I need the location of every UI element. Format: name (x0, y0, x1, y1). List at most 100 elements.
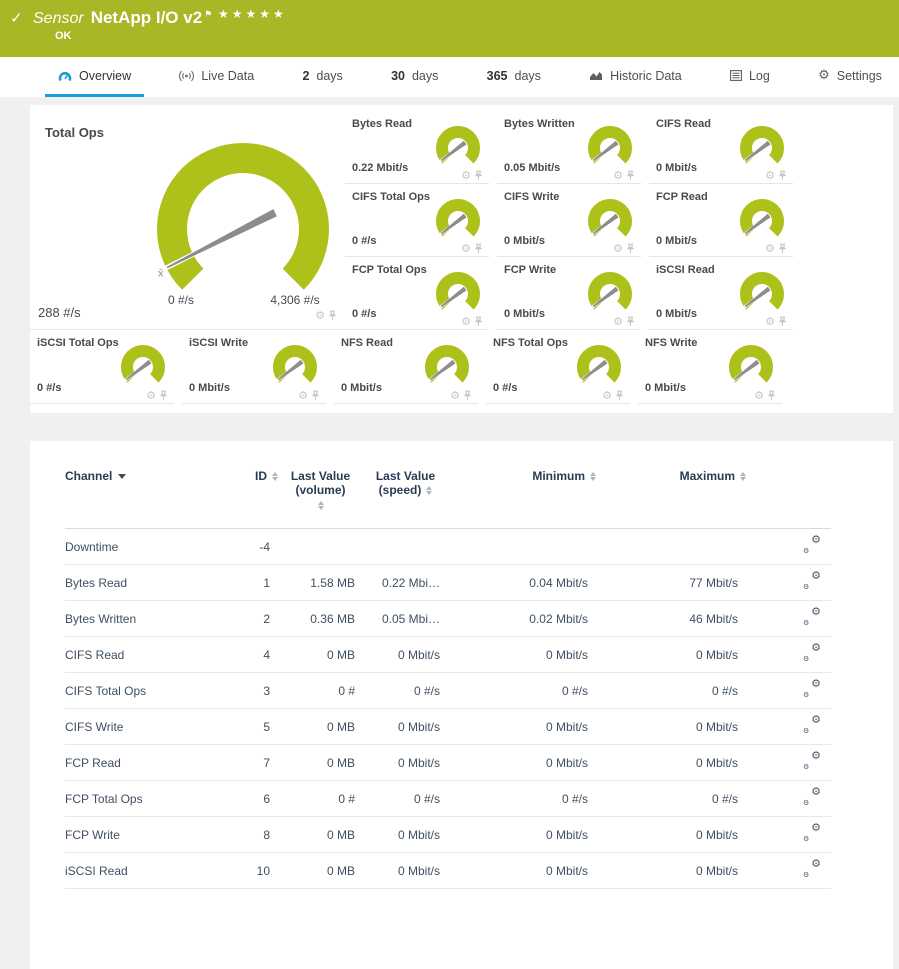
cell-channel: Downtime (65, 529, 240, 565)
gauge-cell-cifs-read: CIFS Read 0 Mbit/s ⚙ (649, 111, 793, 184)
header-last-value-volume[interactable]: Last Value (volume) (278, 461, 363, 529)
header-id[interactable]: ID (240, 461, 278, 529)
tab-log[interactable]: Log (717, 57, 783, 97)
cell-last-value-speed: 0 Mbit/s (363, 709, 448, 745)
tab-historic-data[interactable]: Historic Data (576, 57, 695, 97)
pin-icon[interactable] (463, 390, 472, 401)
header-last-value-speed[interactable]: Last Value (speed) (363, 461, 448, 529)
gauge-title: FCP Read (656, 191, 708, 203)
gauge-value: 0 Mbit/s (656, 162, 697, 174)
flag-icon[interactable]: ⚑ (204, 10, 212, 20)
pin-icon[interactable] (626, 243, 635, 254)
gauge-title: FCP Total Ops (352, 264, 427, 276)
gear-icon[interactable]: ⚙ (613, 316, 623, 327)
total-ops-cell: Total Ops x̄ 0 #/s 4,306 #/s 288 #/s ⚙ (30, 111, 345, 330)
gear-icon[interactable]: ⚙ (765, 243, 775, 254)
gauge-cell-nfs-read: NFS Read 0 Mbit/s ⚙ (334, 330, 478, 404)
tab-2-days[interactable]: 2 days (289, 57, 355, 97)
gauge-title: iSCSI Total Ops (37, 337, 119, 349)
channel-settings-icon[interactable]: ⚙⚙ (804, 538, 821, 552)
gear-icon[interactable]: ⚙ (298, 390, 308, 401)
pin-icon[interactable] (311, 390, 320, 401)
header-maximum[interactable]: Maximum (596, 461, 746, 529)
gear-icon[interactable]: ⚙ (315, 310, 325, 321)
gear-icon[interactable]: ⚙ (461, 316, 471, 327)
pin-icon[interactable] (474, 243, 483, 254)
pin-icon[interactable] (778, 316, 787, 327)
gear-icon[interactable]: ⚙ (146, 390, 156, 401)
channel-settings-icon[interactable]: ⚙⚙ (804, 826, 821, 840)
gear-icon[interactable]: ⚙ (602, 390, 612, 401)
gear-icon[interactable]: ⚙ (765, 316, 775, 327)
cell-id: 6 (240, 781, 278, 817)
channel-settings-icon[interactable]: ⚙⚙ (804, 610, 821, 624)
tab-365-days[interactable]: 365 days (474, 57, 554, 97)
gear-icon[interactable]: ⚙ (613, 170, 623, 181)
gear-icon[interactable]: ⚙ (461, 170, 471, 181)
pin-icon[interactable] (626, 170, 635, 181)
gauges-panel: Total Ops x̄ 0 #/s 4,306 #/s 288 #/s ⚙ B… (30, 105, 893, 413)
channel-settings-icon[interactable]: ⚙⚙ (804, 682, 821, 696)
cell-last-value-volume: 0 MB (278, 853, 363, 889)
tab-settings[interactable]: ⚙ Settings (805, 57, 895, 97)
channel-settings-icon[interactable]: ⚙⚙ (804, 862, 821, 876)
table-row: FCP Write 8 0 MB 0 Mbit/s 0 Mbit/s 0 Mbi… (65, 817, 831, 853)
tab-30-days[interactable]: 30 days (378, 57, 451, 97)
cell-channel: CIFS Read (65, 637, 240, 673)
header-minimum[interactable]: Minimum (448, 461, 596, 529)
gauge-dial (581, 196, 637, 246)
pin-icon[interactable] (778, 243, 787, 254)
gauge-title: Bytes Written (504, 118, 575, 130)
pin-icon[interactable] (626, 316, 635, 327)
broadcast-icon (179, 70, 194, 82)
gauge-cell-bytes-written: Bytes Written 0.05 Mbit/s ⚙ (497, 111, 641, 184)
gauge-actions: ⚙ (461, 243, 483, 254)
channel-settings-icon[interactable]: ⚙⚙ (804, 754, 821, 768)
channel-settings-icon[interactable]: ⚙⚙ (804, 790, 821, 804)
channel-settings-icon[interactable]: ⚙⚙ (804, 646, 821, 660)
gauge-dial (733, 196, 789, 246)
gauge-cell-cifs-write: CIFS Write 0 Mbit/s ⚙ (497, 184, 641, 257)
gear-icon[interactable]: ⚙ (450, 390, 460, 401)
total-ops-gauge: x̄ (143, 139, 343, 301)
cell-channel: Bytes Read (65, 565, 240, 601)
pin-icon[interactable] (474, 316, 483, 327)
ok-check-icon: ✓ (10, 9, 23, 27)
pin-icon[interactable] (767, 390, 776, 401)
gauge-actions: ⚙ (613, 170, 635, 181)
tabbar: Overview Live Data 2 days 30 days 365 da… (0, 57, 899, 97)
gear-icon[interactable]: ⚙ (765, 170, 775, 181)
gauge-value: 0 Mbit/s (504, 235, 545, 247)
gauge-value: 0 Mbit/s (189, 382, 230, 394)
priority-stars[interactable]: ★★★★★ (218, 7, 287, 21)
log-icon (730, 70, 742, 81)
cell-last-value-volume: 0 # (278, 781, 363, 817)
gauge-actions: ⚙ (146, 390, 168, 401)
gear-icon[interactable]: ⚙ (754, 390, 764, 401)
gear-icon[interactable]: ⚙ (461, 243, 471, 254)
small-gauges-grid: Bytes Read 0.22 Mbit/s ⚙ Bytes Written 0… (345, 111, 801, 330)
gauge-dial (418, 342, 474, 392)
table-row: Downtime -4 ⚙⚙ (65, 529, 831, 565)
cell-id: 3 (240, 673, 278, 709)
content-area: Total Ops x̄ 0 #/s 4,306 #/s 288 #/s ⚙ B… (0, 97, 899, 969)
pin-icon[interactable] (159, 390, 168, 401)
sort-icon (590, 472, 596, 481)
cell-last-value-volume: 0 MB (278, 817, 363, 853)
pin-icon[interactable] (328, 310, 337, 321)
gauge-dial (733, 123, 789, 173)
pin-icon[interactable] (615, 390, 624, 401)
pin-icon[interactable] (778, 170, 787, 181)
gauge-actions: ⚙ (461, 316, 483, 327)
header-channel[interactable]: Channel (65, 461, 240, 529)
gauge-scale-min: 0 #/s (151, 293, 211, 307)
gear-icon[interactable]: ⚙ (613, 243, 623, 254)
tab-live-data[interactable]: Live Data (166, 57, 267, 97)
cell-last-value-volume (278, 529, 363, 565)
pin-icon[interactable] (474, 170, 483, 181)
gauge-title: iSCSI Write (189, 337, 248, 349)
channel-settings-icon[interactable]: ⚙⚙ (804, 574, 821, 588)
sort-desc-icon (118, 474, 126, 479)
tab-overview[interactable]: Overview (45, 57, 144, 97)
channel-settings-icon[interactable]: ⚙⚙ (804, 718, 821, 732)
